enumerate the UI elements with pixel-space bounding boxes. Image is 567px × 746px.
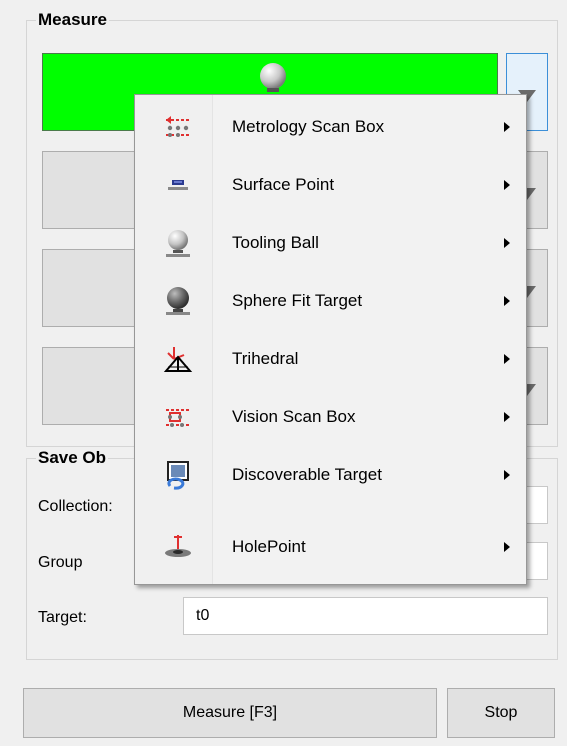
menu-item-label: Vision Scan Box <box>232 407 356 426</box>
menu-item-metrology-scan-box[interactable]: Metrology Scan Box <box>138 98 523 156</box>
menu-item-sphere-fit-target[interactable]: Sphere Fit Target <box>138 272 523 330</box>
target-label: Target: <box>38 609 87 626</box>
menu-item-label: Trihedral <box>232 349 299 368</box>
menu-item-tooling-ball[interactable]: Tooling Ball <box>138 214 523 272</box>
submenu-arrow-icon <box>504 412 510 422</box>
submenu-arrow-icon <box>504 180 510 190</box>
surface-point-icon <box>168 180 188 190</box>
submenu-arrow-icon <box>504 354 510 364</box>
sphere-fit-target-icon <box>166 287 190 315</box>
measure-group-title: Measure <box>36 10 109 30</box>
submenu-arrow-icon <box>504 238 510 248</box>
discoverable-target-icon <box>167 461 189 490</box>
menu-item-discoverable-target[interactable]: Discoverable Target <box>138 446 523 504</box>
menu-item-label: Discoverable Target <box>232 465 382 484</box>
holepoint-icon <box>165 535 191 557</box>
metrology-scan-box-icon <box>166 116 190 137</box>
collection-label: Collection: <box>38 498 113 515</box>
group-label: Group <box>38 554 83 571</box>
menu-item-label: Sphere Fit Target <box>232 291 363 310</box>
target-input[interactable]: t0 <box>183 597 548 635</box>
save-group-title: Save Ob <box>36 448 109 468</box>
submenu-arrow-icon <box>504 296 510 306</box>
menu-item-surface-point[interactable]: Surface Point <box>138 156 523 214</box>
measure-button[interactable]: Measure [F3] <box>23 688 437 738</box>
menu-item-label: Metrology Scan Box <box>232 117 385 136</box>
menu-item-trihedral[interactable]: Trihedral <box>138 330 523 388</box>
trihedral-icon <box>163 347 193 372</box>
stop-button[interactable]: Stop <box>447 688 555 738</box>
menu-item-holepoint[interactable]: HolePoint <box>138 518 523 576</box>
menu-item-label: Surface Point <box>232 175 335 194</box>
submenu-arrow-icon <box>504 122 510 132</box>
submenu-arrow-icon <box>504 542 510 552</box>
menu-item-vision-scan-box[interactable]: Vision Scan Box <box>138 388 523 446</box>
menu-item-label: HolePoint <box>232 537 306 556</box>
submenu-arrow-icon <box>504 470 510 480</box>
menu-item-label: Tooling Ball <box>232 233 319 252</box>
tooling-ball-icon <box>166 230 190 257</box>
target-type-menu: Metrology Scan Box Surface Point Tooling… <box>134 94 527 585</box>
vision-scan-box-icon <box>166 409 190 427</box>
tooling-ball-icon <box>260 63 286 92</box>
